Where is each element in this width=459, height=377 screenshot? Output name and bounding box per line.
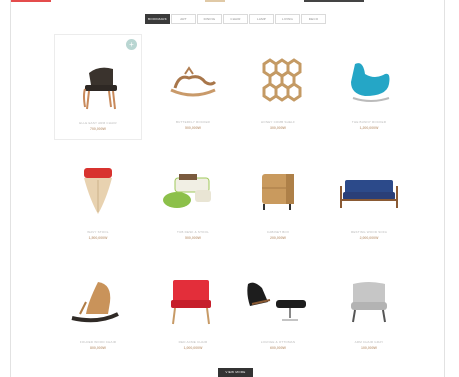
product-card[interactable]: THE BUNNY ROCKER 1,200,000W xyxy=(325,34,413,140)
page-frame-left xyxy=(10,0,11,377)
tab-living[interactable]: LIVING xyxy=(275,14,300,24)
product-price: 800,000W xyxy=(90,346,106,350)
product-name: CABINET BOX xyxy=(266,230,290,234)
product-name: LOUNGE & OTTOMAN xyxy=(260,340,296,344)
tab-lamp[interactable]: LAMP xyxy=(249,14,274,24)
product-card[interactable]: HONEY COMB SHELF 300,000W xyxy=(234,34,322,140)
top-accent-red xyxy=(11,0,51,2)
top-accent-gold xyxy=(205,0,225,2)
product-name: RED ACME CHAIR xyxy=(178,340,208,344)
chair-icon xyxy=(171,280,211,325)
product-name: TUB DESK & STOOL xyxy=(177,230,209,234)
product-card[interactable]: WAVY STOOL 1,500,000W xyxy=(54,150,142,250)
product-card[interactable]: ARM CHAIR GRAY 100,000W xyxy=(325,262,413,362)
cabinet-icon xyxy=(262,174,294,210)
tab-deco[interactable]: DECO xyxy=(301,14,326,24)
product-card[interactable]: FOLDED WOOD CHAIR 800,000W xyxy=(54,262,142,362)
tab-art[interactable]: ART xyxy=(171,14,196,24)
stool-icon xyxy=(84,168,112,214)
product-price: 500,000W xyxy=(185,236,201,240)
top-accent-dark xyxy=(304,0,364,2)
tab-chair[interactable]: CHAIR xyxy=(223,14,248,24)
product-card[interactable]: RED ACME CHAIR 1,000,000W xyxy=(149,262,237,362)
lounge-icon xyxy=(247,282,306,321)
product-name: FOLDED WOOD CHAIR xyxy=(79,340,117,344)
tab-bookmark[interactable]: BOOKMARK xyxy=(145,14,170,24)
product-name: HONEY COMB SHELF xyxy=(260,120,296,124)
chair-icon xyxy=(71,282,119,323)
product-price: 700,000W xyxy=(90,127,106,131)
product-card[interactable]: RESTING WOOD SOFA 2,000,000W xyxy=(325,150,413,250)
product-price: 600,000W xyxy=(270,346,286,350)
product-card[interactable]: CABINET BOX 200,000W xyxy=(234,150,322,250)
rocker-icon xyxy=(170,66,217,97)
product-name: ARM CHAIR GRAY xyxy=(354,340,384,344)
product-name: RESTING WOOD SOFA xyxy=(350,230,388,234)
view-more-button[interactable]: VIEW MORE xyxy=(218,368,253,377)
sofa-icon xyxy=(340,180,398,208)
product-price: 1,500,000W xyxy=(88,236,108,240)
bookmark-badge[interactable]: + xyxy=(126,39,137,50)
product-name: THE BUNNY ROCKER xyxy=(351,120,387,124)
product-name: ELLE EASY ARM CHAIR xyxy=(79,121,117,125)
product-name: WAVY STOOL xyxy=(87,230,109,234)
rocker-icon xyxy=(351,63,390,102)
filter-tabs: BOOKMARK ART DINING CHAIR LAMP LIVING DE… xyxy=(145,14,327,24)
desk-icon xyxy=(163,174,211,208)
shelf-icon xyxy=(262,58,302,102)
product-price: 200,000W xyxy=(270,236,286,240)
product-card[interactable]: + ELLE EASY ARM CHAIR 700,000W xyxy=(54,34,142,140)
page-frame-right xyxy=(444,0,445,377)
product-price: 1,200,000W xyxy=(359,126,379,130)
chair-icon xyxy=(351,282,387,323)
product-price: 2,000,000W xyxy=(359,236,379,240)
product-price: 1,000,000W xyxy=(183,346,203,350)
product-name: BUTTERFLY ROCKER xyxy=(175,120,211,124)
product-price: 300,000W xyxy=(270,126,286,130)
product-card[interactable]: BUTTERFLY ROCKER 500,000W xyxy=(149,34,237,140)
tab-dining[interactable]: DINING xyxy=(197,14,222,24)
product-price: 100,000W xyxy=(361,346,377,350)
product-price: 500,000W xyxy=(185,126,201,130)
product-card[interactable]: LOUNGE & OTTOMAN 600,000W xyxy=(234,262,322,362)
product-card[interactable]: TUB DESK & STOOL 500,000W xyxy=(149,150,237,250)
